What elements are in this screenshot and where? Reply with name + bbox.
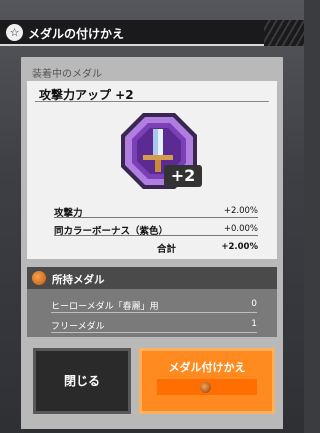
stat-row-attack: 攻撃力 +2.00% <box>54 203 258 219</box>
close-button[interactable]: 閉じる <box>33 348 131 414</box>
total-label: 合計 <box>156 244 176 255</box>
hero-emblem-icon: ☆ <box>6 24 23 41</box>
close-button-label: 閉じる <box>63 374 100 388</box>
medal-swap-dialog: 装着中のメダル 攻撃力アップ +2 +2 攻撃力 +2.00% 同カラーボーナス… <box>21 57 283 429</box>
total-value: +2.00% <box>221 242 258 252</box>
divider <box>35 101 269 102</box>
stat-total-row: 合計 +2.00% <box>54 239 258 255</box>
stat-value: +0.00% <box>223 224 258 234</box>
screen-title: メダルの付けかえ <box>28 27 125 41</box>
owned-row-hero-medal: ヒーローメダル「春麗」用 0 <box>51 295 257 313</box>
owned-count: 1 <box>251 319 257 329</box>
owned-row-free-medal: フリーメダル 1 <box>51 315 257 333</box>
stat-row-color-bonus: 同カラーボーナス（紫色） +0.00% <box>54 221 258 237</box>
owned-label: ヒーローメダル「春麗」用 <box>51 302 159 312</box>
medal-coin-icon <box>200 382 211 393</box>
screen-header: ☆ メダルの付けかえ <box>0 20 304 46</box>
owned-medals-title: 所持メダル <box>52 274 105 286</box>
owned-medals-section: 所持メダル ヒーローメダル「春麗」用 0 フリーメダル 1 <box>27 267 277 337</box>
stat-value: +2.00% <box>223 206 258 216</box>
swap-medal-button[interactable]: メダル付けかえ <box>139 348 275 414</box>
owned-count: 0 <box>251 299 257 309</box>
owned-medals-header: 所持メダル <box>27 267 277 289</box>
swap-button-label: メダル付けかえ <box>168 361 246 374</box>
medal-plus-badge: +2 <box>164 165 202 187</box>
header-decoration <box>264 20 304 46</box>
equipped-medal-card: 攻撃力アップ +2 +2 攻撃力 +2.00% 同カラーボーナス（紫色） +0.… <box>27 81 277 259</box>
owned-label: フリーメダル <box>51 322 105 332</box>
medal-coin-icon <box>32 271 46 285</box>
equipped-section-label: 装着中のメダル <box>32 69 102 80</box>
